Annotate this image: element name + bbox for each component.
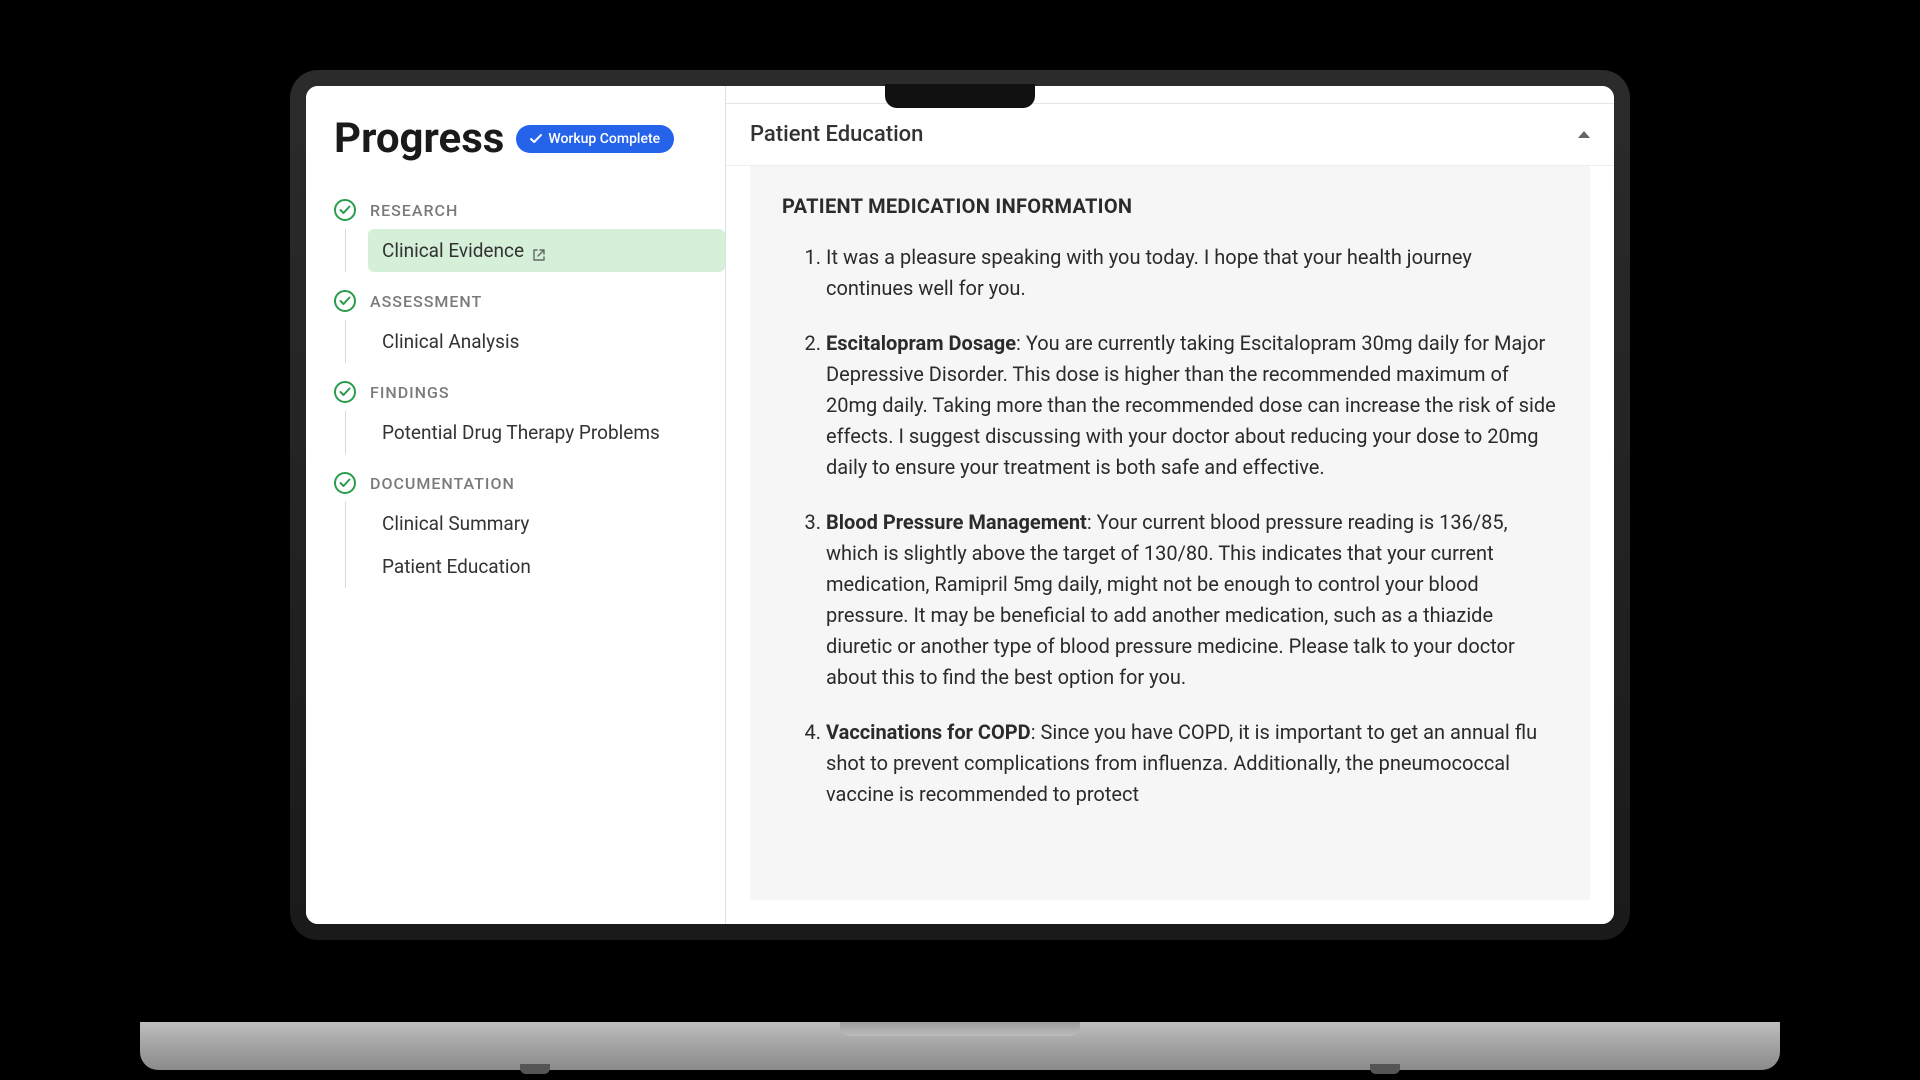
nav-items: Clinical Evidence <box>345 229 725 272</box>
content-list: It was a pleasure speaking with you toda… <box>782 242 1558 810</box>
progress-title: Progress <box>334 114 504 163</box>
sidebar-item-label: Clinical Evidence <box>382 239 524 262</box>
status-complete-icon <box>334 381 356 403</box>
nav-items: Clinical Summary Patient Education <box>345 502 725 588</box>
laptop-base <box>140 1022 1780 1070</box>
sidebar-item-label: Patient Education <box>382 555 531 578</box>
nav-group-head[interactable]: DOCUMENTATION <box>334 464 725 502</box>
workup-complete-badge: Workup Complete <box>516 125 674 153</box>
badge-label: Workup Complete <box>548 131 660 147</box>
progress-nav: RESEARCH Clinical Evidence ASSESSMENT Clini… <box>334 191 725 588</box>
sidebar-item-label: Clinical Analysis <box>382 330 519 353</box>
content-heading: PATIENT MEDICATION INFORMATION <box>782 194 1558 218</box>
nav-group: FINDINGS Potential Drug Therapy Problems <box>334 373 725 454</box>
sidebar-item-label: Clinical Summary <box>382 512 529 535</box>
list-item: Escitalopram Dosage: You are currently t… <box>826 328 1558 483</box>
list-item: Blood Pressure Management: Your current … <box>826 507 1558 693</box>
list-item-lead: Escitalopram Dosage <box>826 331 1016 355</box>
section-header[interactable]: Patient Education <box>726 104 1614 166</box>
nav-group-label: FINDINGS <box>370 383 450 402</box>
nav-group-label: DOCUMENTATION <box>370 474 515 493</box>
section-title: Patient Education <box>750 122 923 147</box>
status-complete-icon <box>334 290 356 312</box>
sidebar-item-clinical-analysis[interactable]: Clinical Analysis <box>368 320 725 363</box>
content-panel: PATIENT MEDICATION INFORMATION It was a … <box>750 166 1590 900</box>
sidebar-item-clinical-evidence[interactable]: Clinical Evidence <box>368 229 725 272</box>
sidebar-item-label: Potential Drug Therapy Problems <box>382 421 660 444</box>
progress-header: Progress Workup Complete <box>334 114 725 163</box>
tab-strip <box>726 86 1614 104</box>
sidebar-item-clinical-summary[interactable]: Clinical Summary <box>368 502 725 545</box>
external-link-icon <box>532 244 546 258</box>
nav-group-head[interactable]: RESEARCH <box>334 191 725 229</box>
sidebar-item-potential-drug-therapy-problems[interactable]: Potential Drug Therapy Problems <box>368 411 725 454</box>
list-item: It was a pleasure speaking with you toda… <box>826 242 1558 304</box>
nav-group-head[interactable]: FINDINGS <box>334 373 725 411</box>
laptop-mockup: Progress Workup Complete RESEARCH Clinica… <box>290 70 1630 1010</box>
laptop-foot <box>1370 1064 1400 1074</box>
progress-sidebar: Progress Workup Complete RESEARCH Clinica… <box>306 86 726 924</box>
list-item-lead: Blood Pressure Management <box>826 510 1087 534</box>
list-item-text: It was a pleasure speaking with you toda… <box>826 245 1472 300</box>
notch <box>885 84 1035 108</box>
sidebar-item-patient-education[interactable]: Patient Education <box>368 545 725 588</box>
list-item-text: : Your current blood pressure reading is… <box>826 510 1515 689</box>
nav-group: RESEARCH Clinical Evidence <box>334 191 725 272</box>
nav-group-label: RESEARCH <box>370 201 458 220</box>
status-complete-icon <box>334 199 356 221</box>
main-content: Patient Education PATIENT MEDICATION INF… <box>726 86 1614 924</box>
nav-group-label: ASSESSMENT <box>370 292 482 311</box>
nav-items: Clinical Analysis <box>345 320 725 363</box>
check-icon <box>530 133 542 145</box>
nav-items: Potential Drug Therapy Problems <box>345 411 725 454</box>
nav-group: ASSESSMENT Clinical Analysis <box>334 282 725 363</box>
screen-bezel: Progress Workup Complete RESEARCH Clinica… <box>290 70 1630 940</box>
status-complete-icon <box>334 472 356 494</box>
laptop-foot <box>520 1064 550 1074</box>
list-item: Vaccinations for COPD: Since you have CO… <box>826 717 1558 810</box>
chevron-up-icon[interactable] <box>1578 131 1590 138</box>
nav-group: DOCUMENTATION Clinical Summary Patient Edu… <box>334 464 725 588</box>
list-item-lead: Vaccinations for COPD <box>826 720 1031 744</box>
nav-group-head[interactable]: ASSESSMENT <box>334 282 725 320</box>
app-window: Progress Workup Complete RESEARCH Clinica… <box>306 86 1614 924</box>
